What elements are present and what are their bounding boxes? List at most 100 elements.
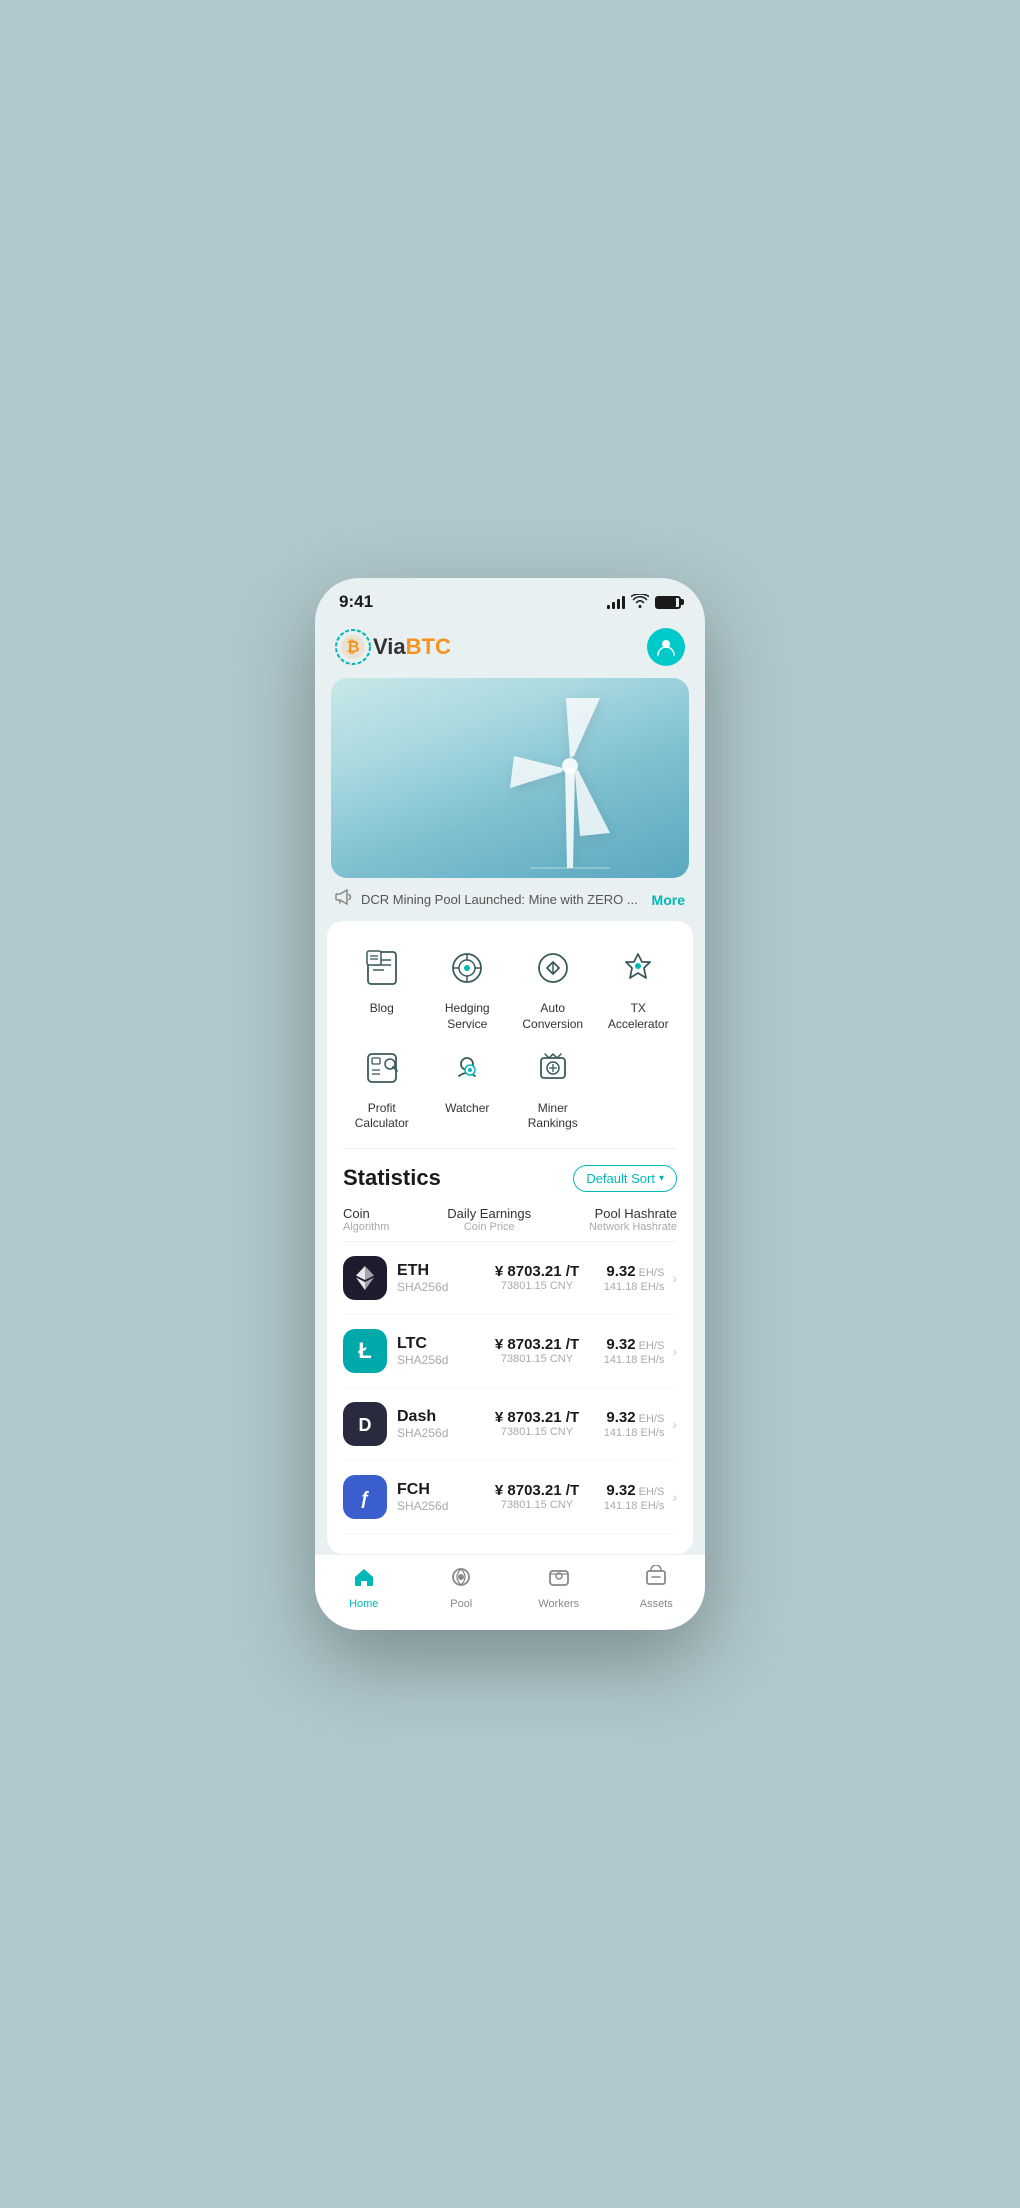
wifi-icon bbox=[631, 594, 649, 611]
coin-hashrate-eth: 9.32 EH/S 141.18 EH/s › bbox=[590, 1263, 678, 1293]
menu-item-miner-rankings[interactable]: Miner Rankings bbox=[514, 1041, 592, 1132]
coin-row-dash[interactable]: D Dash SHA256d ¥ 8703.21 /T 73801.15 CNY… bbox=[343, 1388, 677, 1461]
menu-item-empty bbox=[600, 1041, 678, 1132]
nav-assets-label: Assets bbox=[640, 1598, 673, 1610]
sort-button[interactable]: Default Sort ▾ bbox=[573, 1165, 677, 1192]
auto-conversion-label: Auto Conversion bbox=[514, 1001, 592, 1032]
earn-sub: 73801.15 CNY bbox=[485, 1353, 590, 1365]
coin-hashrate-ltc: 9.32 EH/S 141.18 EH/s › bbox=[590, 1336, 678, 1366]
watcher-icon bbox=[440, 1041, 494, 1095]
earn-main: ¥ 8703.21 /T bbox=[485, 1263, 590, 1280]
coin-earnings-eth: ¥ 8703.21 /T 73801.15 CNY bbox=[485, 1263, 590, 1292]
earn-main: ¥ 8703.21 /T bbox=[485, 1336, 590, 1353]
coin-name: ETH bbox=[397, 1262, 485, 1280]
nav-pool[interactable]: Pool bbox=[413, 1565, 511, 1610]
earn-sub: 73801.15 CNY bbox=[485, 1280, 590, 1292]
hash-info: 9.32 EH/S 141.18 EH/s bbox=[604, 1336, 665, 1366]
menu-item-hedging[interactable]: Hedging Service bbox=[429, 941, 507, 1032]
profit-calculator-label: Profit Calculator bbox=[343, 1101, 421, 1132]
header: ₿ ViaBTC bbox=[315, 620, 705, 678]
chevron-right-icon: › bbox=[672, 1343, 677, 1359]
hash-info: 9.32 EH/S 141.18 EH/s bbox=[604, 1263, 665, 1293]
coin-info-eth: ETH SHA256d bbox=[397, 1262, 485, 1294]
phone-frame: 9:41 bbox=[315, 578, 705, 1629]
nav-home[interactable]: Home bbox=[315, 1565, 413, 1610]
menu-item-tx-accelerator[interactable]: TX Accelerator bbox=[600, 941, 678, 1032]
coin-algo: SHA256d bbox=[397, 1426, 485, 1440]
hash-sub: 141.18 EH/s bbox=[604, 1500, 665, 1512]
coin-algo: SHA256d bbox=[397, 1353, 485, 1367]
battery-icon bbox=[655, 596, 681, 609]
status-time: 9:41 bbox=[339, 592, 373, 612]
coin-hashrate-fch: 9.32 EH/S 141.18 EH/s › bbox=[590, 1482, 678, 1512]
sort-label: Default Sort bbox=[586, 1171, 655, 1186]
coin-hashrate-dash: 9.32 EH/S 141.18 EH/s › bbox=[590, 1409, 678, 1439]
menu-item-auto-conversion[interactable]: Auto Conversion bbox=[514, 941, 592, 1032]
hash-sub: 141.18 EH/s bbox=[604, 1281, 665, 1293]
nav-pool-label: Pool bbox=[450, 1598, 472, 1610]
nav-home-label: Home bbox=[349, 1598, 378, 1610]
assets-icon bbox=[644, 1565, 668, 1595]
watcher-label: Watcher bbox=[445, 1101, 489, 1117]
quick-menu-row1: Blog Hedging Service bbox=[343, 941, 677, 1032]
tx-accelerator-label: TX Accelerator bbox=[600, 1001, 678, 1032]
coin-list: ETH SHA256d ¥ 8703.21 /T 73801.15 CNY 9.… bbox=[343, 1242, 677, 1534]
hash-info: 9.32 EH/S 141.18 EH/s bbox=[604, 1482, 665, 1512]
coin-info-fch: FCH SHA256d bbox=[397, 1481, 485, 1513]
coin-algo: SHA256d bbox=[397, 1280, 485, 1294]
chevron-right-icon: › bbox=[672, 1489, 677, 1505]
menu-item-blog[interactable]: Blog bbox=[343, 941, 421, 1032]
hash-info: 9.32 EH/S 141.18 EH/s bbox=[604, 1409, 665, 1439]
hash-main: 9.32 EH/S bbox=[604, 1482, 665, 1500]
coin-icon-eth bbox=[343, 1256, 387, 1300]
coin-row-ltc[interactable]: Ł LTC SHA256d ¥ 8703.21 /T 73801.15 CNY … bbox=[343, 1315, 677, 1388]
logo: ₿ ViaBTC bbox=[335, 629, 451, 665]
status-icons bbox=[607, 594, 681, 611]
miner-rankings-icon bbox=[526, 1041, 580, 1095]
pool-icon bbox=[449, 1565, 473, 1595]
megaphone-icon bbox=[335, 888, 353, 911]
avatar-button[interactable] bbox=[647, 628, 685, 666]
menu-item-profit-calculator[interactable]: Profit Calculator bbox=[343, 1041, 421, 1132]
coin-name: LTC bbox=[397, 1335, 485, 1353]
status-bar: 9:41 bbox=[315, 578, 705, 620]
blog-label: Blog bbox=[370, 1001, 394, 1017]
earn-main: ¥ 8703.21 /T bbox=[485, 1482, 590, 1499]
hedging-label: Hedging Service bbox=[429, 1001, 507, 1032]
coin-row-eth[interactable]: ETH SHA256d ¥ 8703.21 /T 73801.15 CNY 9.… bbox=[343, 1242, 677, 1315]
bottom-nav: Home Pool Workers bbox=[315, 1554, 705, 1630]
svg-text:D: D bbox=[359, 1415, 372, 1435]
coin-row-fch[interactable]: ƒ FCH SHA256d ¥ 8703.21 /T 73801.15 CNY … bbox=[343, 1461, 677, 1534]
nav-workers[interactable]: Workers bbox=[510, 1565, 608, 1610]
earn-main: ¥ 8703.21 /T bbox=[485, 1409, 590, 1426]
tx-accelerator-icon bbox=[611, 941, 665, 995]
coin-earnings-fch: ¥ 8703.21 /T 73801.15 CNY bbox=[485, 1482, 590, 1511]
main-card: Blog Hedging Service bbox=[327, 921, 693, 1553]
col-coin-header: Coin Algorithm bbox=[343, 1206, 389, 1233]
hedging-icon bbox=[440, 941, 494, 995]
chevron-right-icon: › bbox=[672, 1416, 677, 1432]
profit-calculator-icon bbox=[355, 1041, 409, 1095]
chevron-right-icon: › bbox=[672, 1270, 677, 1286]
coin-info-ltc: LTC SHA256d bbox=[397, 1335, 485, 1367]
svg-text:₿: ₿ bbox=[346, 638, 359, 656]
nav-workers-label: Workers bbox=[538, 1598, 579, 1610]
quick-menu-row2: Profit Calculator Watcher bbox=[343, 1041, 677, 1132]
user-icon bbox=[655, 636, 677, 658]
statistics-title: Statistics bbox=[343, 1165, 441, 1191]
svg-text:Ł: Ł bbox=[358, 1338, 371, 1363]
coin-earnings-dash: ¥ 8703.21 /T 73801.15 CNY bbox=[485, 1409, 590, 1438]
announcement-more-button[interactable]: More bbox=[652, 892, 685, 908]
home-icon bbox=[352, 1565, 376, 1595]
coin-icon-ltc: Ł bbox=[343, 1329, 387, 1373]
signal-icon bbox=[607, 595, 625, 609]
col-earnings-header: Daily Earnings Coin Price bbox=[447, 1206, 531, 1233]
windmill-image bbox=[470, 688, 670, 878]
nav-assets[interactable]: Assets bbox=[608, 1565, 706, 1610]
hash-sub: 141.18 EH/s bbox=[604, 1427, 665, 1439]
menu-item-watcher[interactable]: Watcher bbox=[429, 1041, 507, 1132]
hash-main: 9.32 EH/S bbox=[604, 1409, 665, 1427]
coin-algo: SHA256d bbox=[397, 1499, 485, 1513]
coin-earnings-ltc: ¥ 8703.21 /T 73801.15 CNY bbox=[485, 1336, 590, 1365]
statistics-header: Statistics Default Sort ▾ bbox=[343, 1165, 677, 1192]
